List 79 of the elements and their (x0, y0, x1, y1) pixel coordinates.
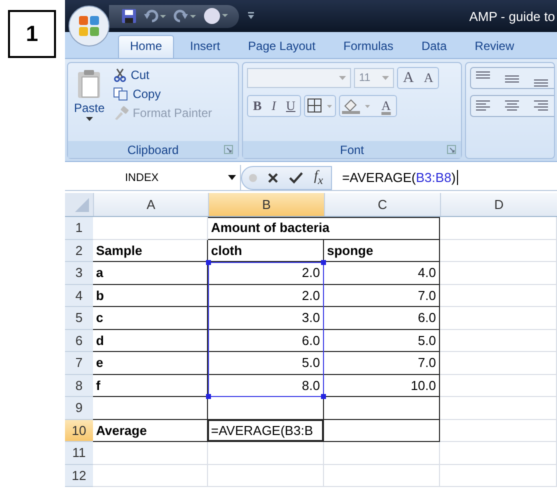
table-cell: 4.0 (324, 262, 440, 284)
customize-icon[interactable] (247, 11, 255, 21)
name-box[interactable]: INDEX (65, 165, 241, 190)
brush-icon (112, 106, 129, 120)
row-header[interactable]: 2 (65, 240, 93, 262)
table-cell: f (93, 374, 208, 397)
copy-icon (112, 87, 129, 101)
circle-icon[interactable] (203, 7, 229, 25)
row-header[interactable]: 10 (65, 420, 93, 442)
circle-icon (248, 172, 258, 182)
table-cell: b (93, 284, 208, 307)
window-title: AMP - guide to (469, 8, 556, 24)
formula-field[interactable]: =AVERAGE(B3:B8) (332, 170, 458, 185)
row-header[interactable]: 5 (65, 307, 93, 330)
grow-font-button[interactable]: A (398, 68, 419, 88)
paste-button[interactable]: Paste (72, 67, 107, 137)
row-header[interactable]: 7 (65, 352, 93, 374)
row-header[interactable]: 6 (65, 330, 93, 352)
launcher-icon[interactable] (224, 145, 233, 154)
table-cell: e (93, 352, 208, 374)
row-header[interactable]: 8 (65, 374, 93, 397)
vertical-align-icons[interactable] (470, 67, 554, 89)
scissors-icon (112, 68, 127, 82)
table-cell: Sample (93, 240, 208, 262)
copy-button[interactable]: Copy (110, 86, 214, 102)
clipboard-icon (76, 69, 102, 99)
horizontal-align-icons[interactable] (470, 95, 554, 117)
ribbon-tab[interactable]: Home (118, 35, 174, 58)
row-header[interactable]: 11 (65, 442, 93, 464)
table-cell: sponge (324, 240, 440, 262)
table-cell: 5.0 (324, 330, 440, 352)
caret-icon (382, 76, 389, 80)
row-header[interactable]: 1 (65, 217, 93, 240)
table-cell: 7.0 (324, 352, 440, 374)
cut-button[interactable]: Cut (110, 67, 214, 83)
bold-button[interactable]: B (248, 96, 267, 116)
redo-icon[interactable] (173, 8, 197, 24)
row-header[interactable]: 9 (65, 397, 93, 420)
table-cell: c (93, 307, 208, 330)
check-icon[interactable] (288, 170, 304, 184)
table-cell: a (93, 262, 208, 284)
table-cell: =AVERAGE(B3:B (208, 420, 324, 442)
undo-icon[interactable] (143, 8, 167, 24)
table-cell: Amount of bacteria (208, 217, 440, 240)
group-title: Clipboard (127, 142, 179, 156)
table-cell: d (93, 330, 208, 352)
ribbon-tab[interactable]: Insert (178, 35, 232, 58)
row-header[interactable]: 12 (65, 464, 93, 487)
table-cell: 2.0 (208, 284, 324, 307)
group-title: Font (340, 142, 364, 156)
table-cell: 10.0 (324, 374, 440, 397)
table-cell: 7.0 (324, 284, 440, 307)
table-cell: Average (93, 420, 208, 442)
column-header[interactable]: A (93, 193, 208, 216)
column-header[interactable]: B (208, 193, 324, 216)
table-cell: 6.0 (208, 330, 324, 352)
cancel-icon[interactable] (266, 170, 280, 184)
save-icon[interactable] (121, 8, 137, 24)
ribbon-tab[interactable]: Data (409, 35, 459, 58)
row-header[interactable]: 3 (65, 262, 93, 284)
launcher-icon[interactable] (447, 145, 456, 154)
figure-number: 1 (8, 10, 56, 58)
column-header[interactable]: C (324, 193, 440, 216)
shrink-font-button[interactable]: A (418, 68, 438, 88)
italic-button[interactable]: I (266, 96, 282, 116)
table-cell: 3.0 (208, 307, 324, 330)
ribbon-tab[interactable]: Formulas (331, 35, 406, 58)
table-cell: 5.0 (208, 352, 324, 374)
font-name-field[interactable] (247, 68, 351, 88)
ribbon-tab[interactable]: Page Layout (236, 35, 328, 58)
caret-icon (339, 76, 346, 80)
insert-function-button[interactable]: f$_{x}$ (312, 168, 326, 186)
caret-icon (228, 175, 236, 180)
column-header[interactable]: D (440, 193, 557, 216)
caret-icon (86, 117, 93, 122)
row-header[interactable]: 4 (65, 284, 93, 307)
table-cell: 6.0 (324, 307, 440, 330)
ribbon-tab[interactable]: Review (462, 35, 526, 58)
underline-button[interactable]: U (281, 96, 300, 116)
